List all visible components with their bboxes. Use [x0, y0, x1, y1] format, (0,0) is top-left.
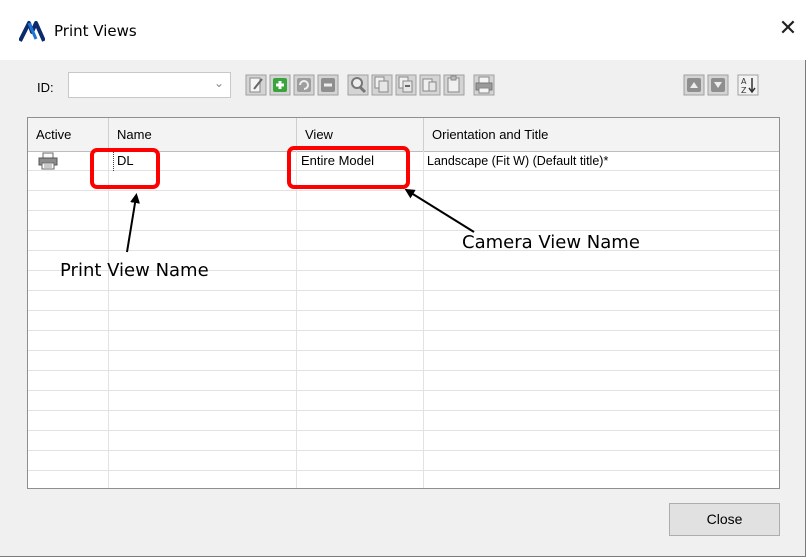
sort-az-button[interactable]: AZ — [737, 74, 759, 96]
title-bar: Print Views ✕ — [0, 0, 806, 60]
table-row[interactable] — [28, 431, 779, 451]
table-row[interactable] — [28, 411, 779, 431]
remove-button[interactable] — [317, 74, 339, 96]
move-down-button[interactable] — [707, 74, 729, 96]
paste-icon — [443, 74, 465, 96]
copy-next-icon — [395, 74, 417, 96]
copy-next-button[interactable] — [395, 74, 417, 96]
svg-text:Z: Z — [741, 86, 747, 95]
column-header-name[interactable]: Name — [109, 118, 297, 151]
svg-text:A: A — [741, 77, 747, 86]
table-row[interactable] — [28, 291, 779, 311]
copy-icon — [371, 74, 393, 96]
sort-az-icon: AZ — [737, 74, 759, 96]
add-button[interactable] — [269, 74, 291, 96]
paste-button[interactable] — [443, 74, 465, 96]
table-row[interactable] — [28, 451, 779, 471]
move-up-button[interactable] — [683, 74, 705, 96]
table-row[interactable] — [28, 351, 779, 371]
print-button[interactable] — [473, 74, 495, 96]
copy-prev-icon — [419, 74, 441, 96]
move-down-icon — [707, 74, 729, 96]
close-button[interactable]: Close — [669, 503, 780, 536]
zoom-button[interactable] — [347, 74, 369, 96]
window-title: Print Views — [54, 22, 137, 40]
table-row[interactable] — [28, 211, 779, 231]
copy-prev-button[interactable] — [419, 74, 441, 96]
refresh-button[interactable] — [293, 74, 315, 96]
edit-icon — [245, 74, 267, 96]
table-row[interactable] — [28, 391, 779, 411]
table-row[interactable] — [28, 191, 779, 211]
print-view-name-callout — [90, 148, 160, 189]
printer-icon — [38, 152, 58, 170]
camera-view-name-annotation: Camera View Name — [462, 232, 640, 253]
refresh-icon — [293, 74, 315, 96]
window-close-button[interactable]: ✕ — [773, 14, 803, 44]
id-label: ID: — [37, 80, 54, 95]
chevron-down-icon[interactable]: ⌄ — [214, 76, 224, 90]
table-row[interactable] — [28, 231, 779, 251]
column-header-active[interactable]: Active — [28, 118, 109, 151]
id-combobox[interactable]: ⌄ — [68, 72, 231, 98]
print-view-name-annotation: Print View Name — [60, 260, 209, 281]
copy-button[interactable] — [371, 74, 393, 96]
row-orientation: Landscape (Fit W) (Default title)* — [427, 154, 609, 168]
edit-button[interactable] — [245, 74, 267, 96]
column-header-orientation[interactable]: Orientation and Title — [424, 118, 779, 151]
table-row[interactable] — [28, 311, 779, 331]
zoom-icon — [347, 74, 369, 96]
camera-view-name-callout — [287, 146, 410, 189]
add-icon — [269, 74, 291, 96]
app-logo-icon — [19, 21, 45, 42]
table-row[interactable] — [28, 371, 779, 391]
table-row[interactable] — [28, 331, 779, 351]
move-up-icon — [683, 74, 705, 96]
print-icon — [473, 74, 495, 96]
remove-icon — [317, 74, 339, 96]
